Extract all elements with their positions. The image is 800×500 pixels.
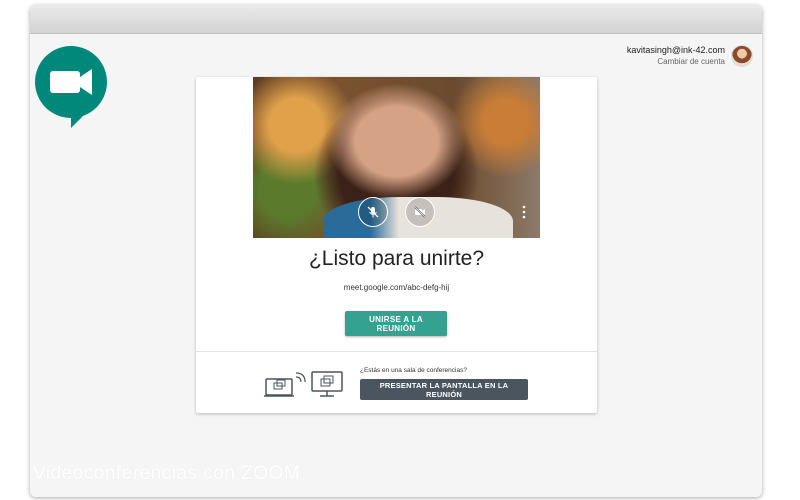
page-content: kavitasingh@ink-42.com Cambiar de cuenta bbox=[30, 34, 762, 497]
browser-window: kavitasingh@ink-42.com Cambiar de cuenta bbox=[30, 5, 762, 497]
camera-off-icon bbox=[414, 206, 426, 218]
google-meet-logo-icon bbox=[35, 46, 107, 128]
mic-off-icon bbox=[367, 206, 379, 218]
account-switcher[interactable]: kavitasingh@ink-42.com Cambiar de cuenta bbox=[627, 44, 753, 67]
video-preview bbox=[253, 77, 540, 238]
account-email: kavitasingh@ink-42.com bbox=[626, 45, 725, 55]
join-card: ¿Listo para unirte? meet.google.com/abc-… bbox=[196, 77, 597, 413]
camera-toggle-button[interactable] bbox=[405, 197, 435, 227]
cast-screen-icon bbox=[264, 371, 343, 397]
page-title: ¿Listo para unirte? bbox=[308, 247, 485, 270]
switch-account-link[interactable]: Cambiar de cuenta bbox=[627, 56, 725, 67]
meeting-link: meet.google.com/abc-defg-hij bbox=[343, 283, 450, 292]
conference-room-question: ¿Estás en una sala de conferencias? bbox=[360, 367, 467, 374]
mic-toggle-button[interactable] bbox=[358, 197, 388, 227]
window-titlebar bbox=[30, 5, 762, 34]
avatar[interactable] bbox=[731, 44, 753, 67]
divider bbox=[196, 351, 597, 352]
join-meeting-button[interactable]: UNIRSE A LA REUNIÓN bbox=[345, 311, 447, 336]
present-screen-button[interactable]: PRESENTAR LA PANTALLA EN LA REUNIÓN bbox=[360, 379, 528, 400]
more-vert-icon[interactable] bbox=[522, 205, 526, 219]
watermark-text: Videoconferencias con ZOOM bbox=[33, 463, 301, 484]
